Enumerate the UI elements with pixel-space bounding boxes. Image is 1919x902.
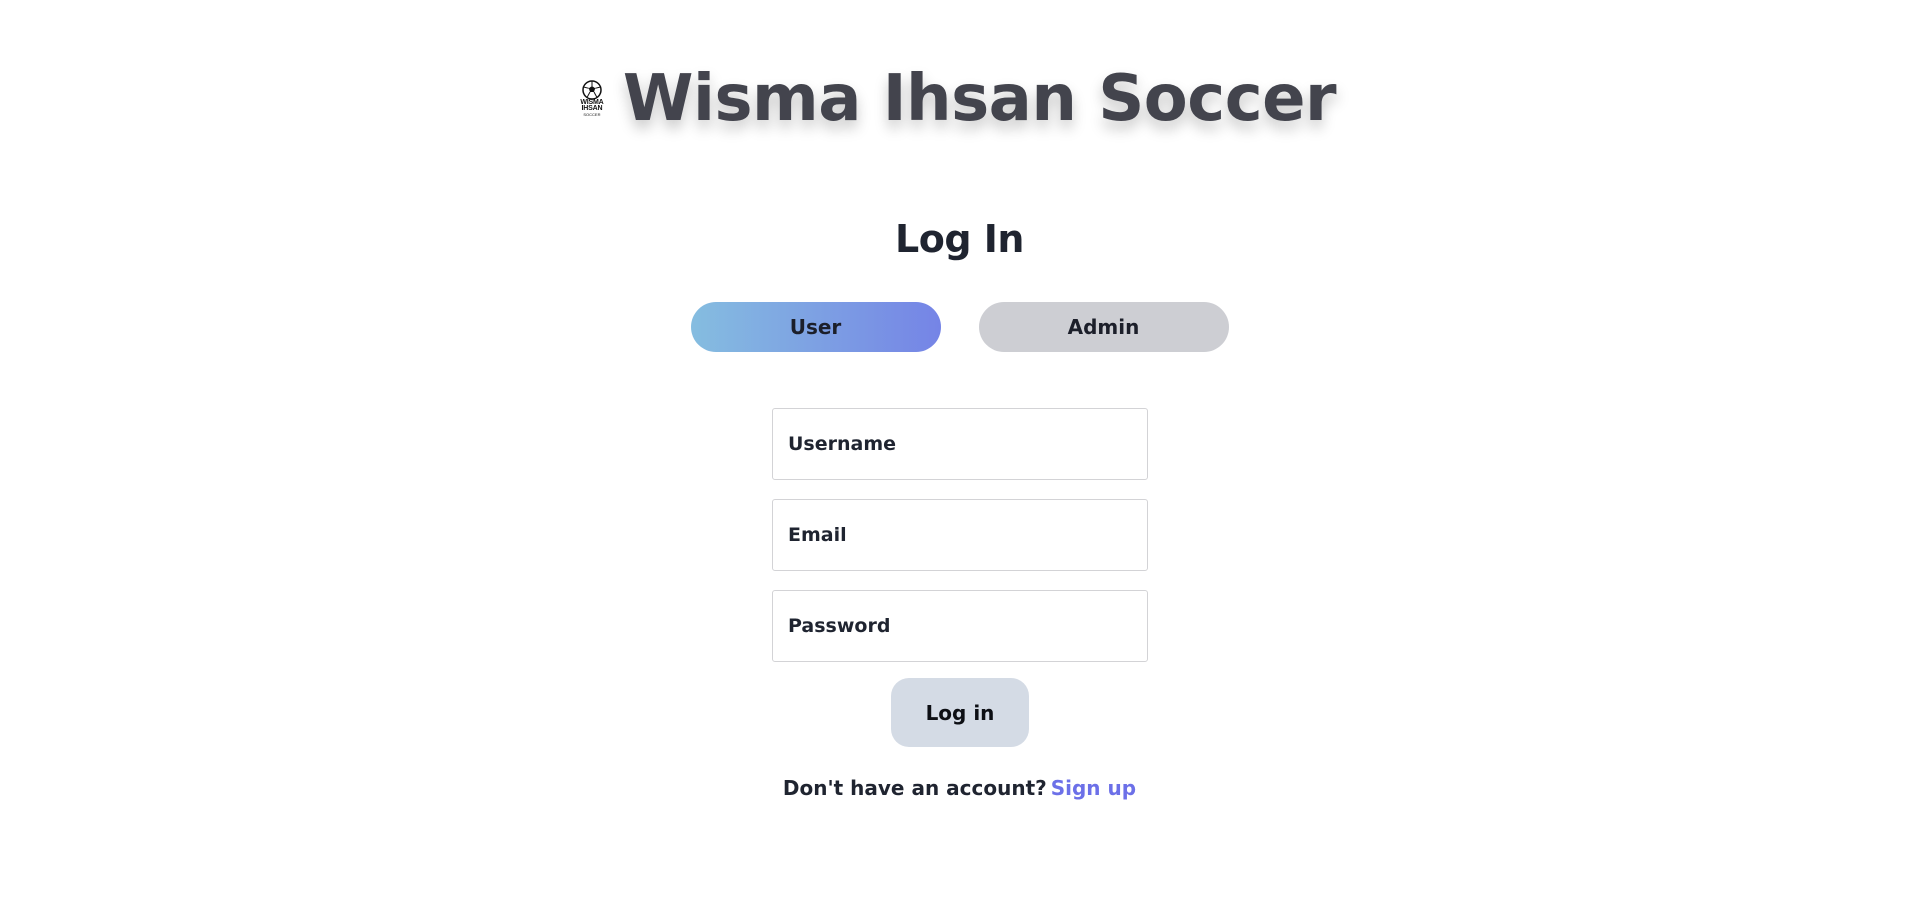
brand-header: WISMA IHSAN SOCCER Wisma Ihsan Soccer [0,62,1919,136]
login-page: WISMA IHSAN SOCCER Wisma Ihsan Soccer Lo… [0,0,1919,902]
login-heading: Log In [895,217,1024,261]
soccer-ball-icon [582,80,602,100]
role-toggle: User Admin [0,302,1919,352]
signup-prompt: Don't have an account? Sign up [0,776,1919,800]
site-title: Wisma Ihsan Soccer [622,62,1337,136]
signup-link[interactable]: Sign up [1051,776,1136,800]
brand-logo: WISMA IHSAN SOCCER [579,80,605,124]
email-input[interactable] [788,500,1147,570]
username-input[interactable] [788,409,1147,479]
password-field-box [772,590,1148,662]
signup-prompt-text: Don't have an account? [782,776,1047,800]
username-field-box [772,408,1148,480]
login-submit-button[interactable]: Log in [891,678,1029,747]
logo-text-line3: SOCCER [583,112,601,117]
role-user-button[interactable]: User [690,302,941,352]
email-field-box [772,499,1148,571]
submit-wrap: Log in [772,678,1148,747]
login-form: Log in [772,408,1148,747]
role-admin-button[interactable]: Admin [978,302,1229,352]
password-input[interactable] [788,591,1147,661]
